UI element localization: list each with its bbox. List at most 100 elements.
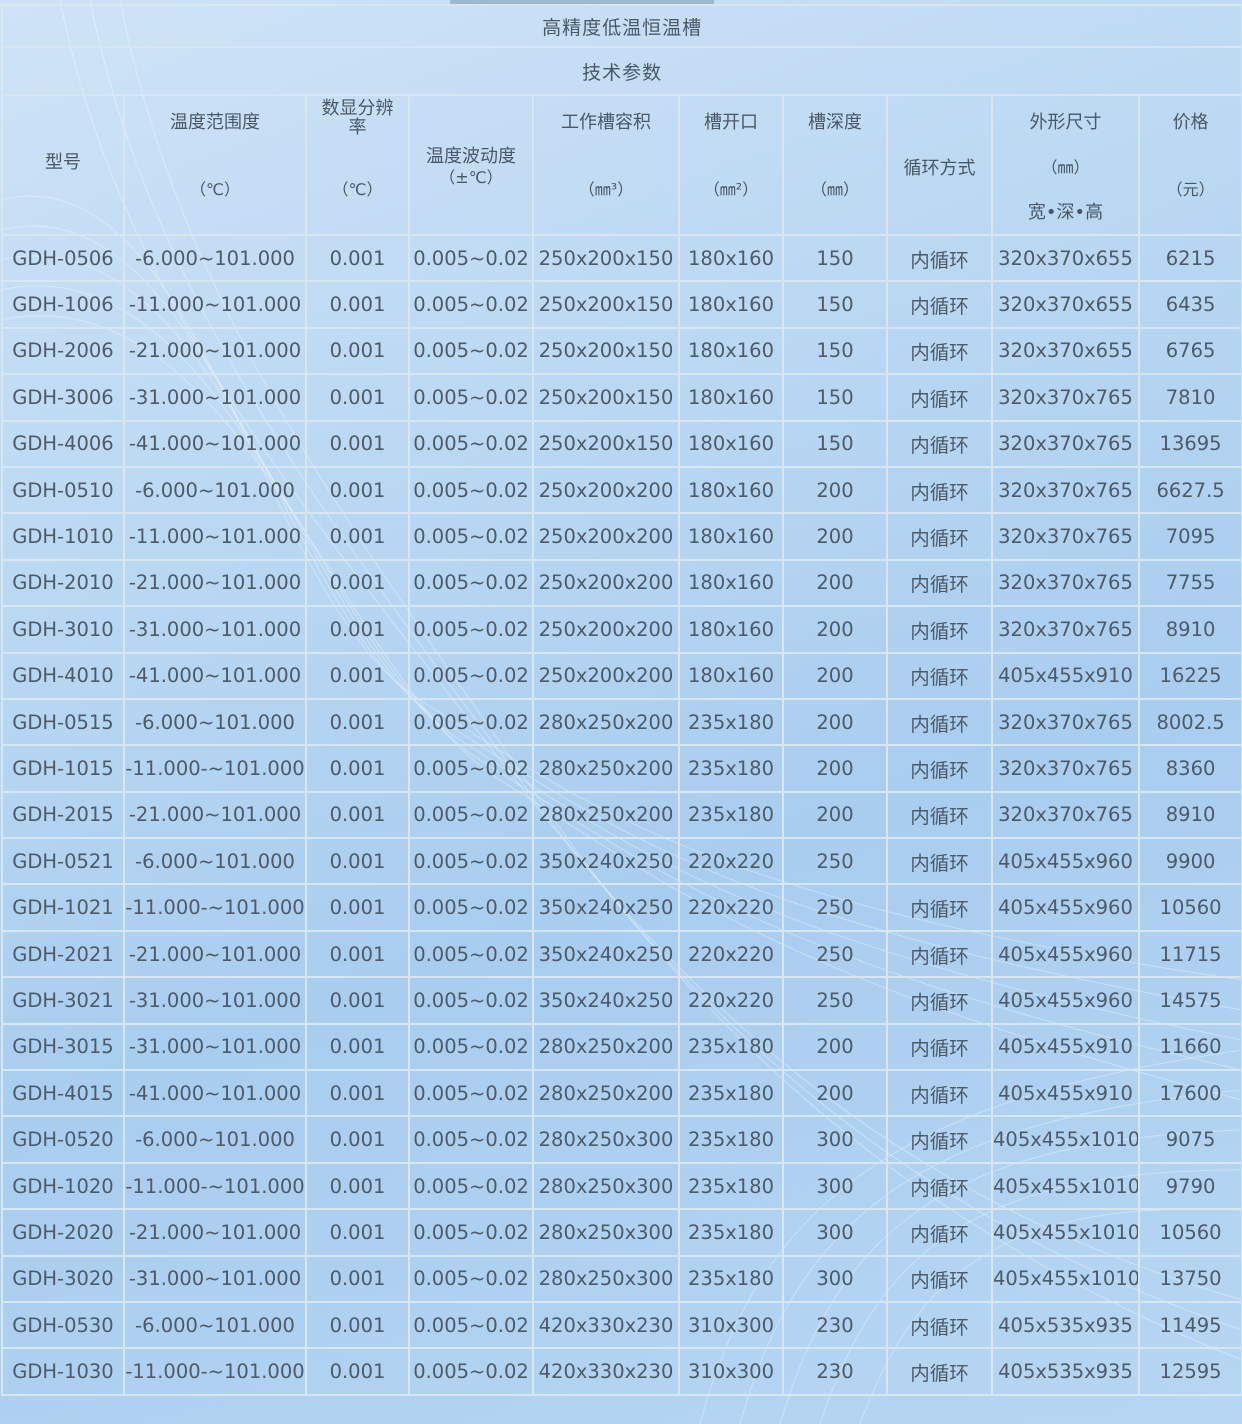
cell-model: GDH-2010	[1, 558, 125, 608]
cell-size: 405x455x960	[991, 883, 1140, 932]
cell-size: 405x535x935	[991, 1347, 1140, 1396]
cell-price: 7755	[1137, 558, 1242, 608]
header-temp-range-label: 温度范围度	[170, 112, 260, 133]
cell-opening: 220x220	[678, 883, 784, 932]
header-fluctuation-unit: （±℃）	[439, 168, 503, 187]
cell-temp-range: -31.000~101.000	[123, 373, 307, 422]
header-temp-range: 温度范围度 （℃）	[123, 94, 307, 236]
cell-depth: 300	[782, 1161, 888, 1211]
spec-table: 高精度低温恒温槽 技术参数 型号 温度范围度 （℃） 数显分辨率 （℃） 温度波…	[0, 4, 1242, 1396]
cell-size: 320x370x765	[991, 373, 1140, 422]
cell-depth: 150	[782, 280, 888, 329]
table-row: GDH-0521 -6.000~101.000 0.001 0.005~0.02 350…	[1, 837, 1242, 886]
table-row: GDH-2020 -21.000~101.000 0.001 0.005~0.02 28…	[1, 1208, 1242, 1257]
cell-resolution: 0.001	[305, 558, 410, 608]
cell-opening: 235x180	[678, 1115, 784, 1164]
cell-circulation: 内循环	[886, 976, 993, 1025]
cell-volume: 280x250x200	[532, 790, 680, 840]
cell-depth: 200	[782, 605, 888, 654]
cell-temp-range: -11.000-~101.000	[123, 1161, 307, 1211]
cell-size: 405x455x910	[991, 1022, 1140, 1072]
cell-depth: 200	[782, 558, 888, 608]
cell-opening: 180x160	[678, 326, 784, 376]
cell-circulation: 内循环	[886, 1254, 993, 1303]
table-row: GDH-3006 -31.000~101.000 0.001 0.005~0.02 25…	[1, 373, 1242, 422]
cell-price: 7810	[1137, 373, 1242, 422]
cell-fluctuation: 0.005~0.02	[408, 1254, 534, 1303]
cell-size: 320x370x765	[991, 605, 1140, 654]
cell-resolution: 0.001	[305, 1347, 410, 1396]
cell-opening: 180x160	[678, 512, 784, 561]
cell-volume: 350x240x250	[532, 837, 680, 886]
cell-fluctuation: 0.005~0.02	[408, 651, 534, 700]
header-size-dims: 宽•深•高	[1027, 202, 1104, 223]
cell-size: 320x370x765	[991, 558, 1140, 608]
table-row: GDH-4010 -41.000~101.000 0.001 0.005~0.02 25…	[1, 651, 1242, 700]
cell-resolution: 0.001	[305, 1069, 410, 1118]
header-size: 外形尺寸 （㎜） 宽•深•高	[991, 94, 1140, 236]
cell-fluctuation: 0.005~0.02	[408, 558, 534, 608]
cell-price: 6765	[1137, 326, 1242, 376]
table-title: 高精度低温恒温槽	[0, 4, 1242, 48]
cell-fluctuation: 0.005~0.02	[408, 465, 534, 515]
cell-depth: 150	[782, 326, 888, 376]
cell-model: GDH-0515	[1, 697, 125, 747]
cell-price: 9790	[1137, 1161, 1242, 1211]
cell-opening: 180x160	[678, 558, 784, 608]
cell-opening: 235x180	[678, 1022, 784, 1072]
cell-volume: 250x200x150	[532, 373, 680, 422]
cell-price: 7095	[1137, 512, 1242, 561]
cell-size: 405x455x960	[991, 837, 1140, 886]
cell-model: GDH-1030	[1, 1347, 125, 1396]
cell-fluctuation: 0.005~0.02	[408, 512, 534, 561]
table-row: GDH-4015 -41.000~101.000 0.001 0.005~0.02 28…	[1, 1069, 1242, 1118]
cell-volume: 420x330x230	[532, 1300, 680, 1350]
header-price-unit: （元）	[1166, 180, 1215, 199]
cell-volume: 250x200x200	[532, 605, 680, 654]
table-row: GDH-1015 -11.000-~101.000 0.001 0.005~0.02 2…	[1, 744, 1242, 793]
header-resolution-label: 数显分辨率	[321, 98, 394, 138]
header-circulation-label: 循环方式	[903, 158, 976, 179]
cell-depth: 150	[782, 373, 888, 422]
cell-resolution: 0.001	[305, 280, 410, 329]
header-resolution: 数显分辨率 （℃）	[305, 94, 410, 236]
cell-circulation: 内循环	[886, 1115, 993, 1164]
cell-temp-range: -21.000~101.000	[123, 1208, 307, 1257]
cell-opening: 235x180	[678, 1254, 784, 1303]
cell-depth: 230	[782, 1347, 888, 1396]
table-body: GDH-0506 -6.000~101.000 0.001 0.005~0.02 250…	[1, 233, 1242, 1396]
table-row: GDH-3020 -31.000~101.000 0.001 0.005~0.02 28…	[1, 1254, 1242, 1303]
cell-opening: 235x180	[678, 790, 784, 840]
cell-volume: 250x200x200	[532, 512, 680, 561]
cell-depth: 150	[782, 419, 888, 468]
cell-depth: 250	[782, 929, 888, 979]
cell-fluctuation: 0.005~0.02	[408, 1115, 534, 1164]
header-depth: 槽深度 （㎜）	[782, 94, 888, 236]
cell-temp-range: -31.000~101.000	[123, 1254, 307, 1303]
cell-fluctuation: 0.005~0.02	[408, 1069, 534, 1118]
cell-depth: 200	[782, 512, 888, 561]
cell-model: GDH-2021	[1, 929, 125, 979]
cell-model: GDH-3021	[1, 976, 125, 1025]
header-price-label: 价格	[1172, 112, 1209, 133]
cell-resolution: 0.001	[305, 790, 410, 840]
cell-resolution: 0.001	[305, 744, 410, 793]
table-row: GDH-1010 -11.000~101.000 0.001 0.005~0.02 25…	[1, 512, 1242, 561]
cell-volume: 280x250x200	[532, 697, 680, 747]
cell-fluctuation: 0.005~0.02	[408, 837, 534, 886]
cell-opening: 220x220	[678, 929, 784, 979]
cell-temp-range: -21.000~101.000	[123, 326, 307, 376]
cell-model: GDH-2006	[1, 326, 125, 376]
header-opening-unit: （㎜²）	[703, 180, 759, 199]
cell-circulation: 内循环	[886, 1347, 993, 1396]
cell-opening: 220x220	[678, 976, 784, 1025]
header-model-label: 型号	[45, 152, 81, 173]
cell-depth: 250	[782, 976, 888, 1025]
cell-circulation: 内循环	[886, 1022, 993, 1072]
cell-opening: 310x300	[678, 1347, 784, 1396]
cell-resolution: 0.001	[305, 883, 410, 932]
cell-opening: 235x180	[678, 1208, 784, 1257]
cell-volume: 350x240x250	[532, 883, 680, 932]
cell-opening: 180x160	[678, 605, 784, 654]
cell-temp-range: -11.000-~101.000	[123, 1347, 307, 1396]
